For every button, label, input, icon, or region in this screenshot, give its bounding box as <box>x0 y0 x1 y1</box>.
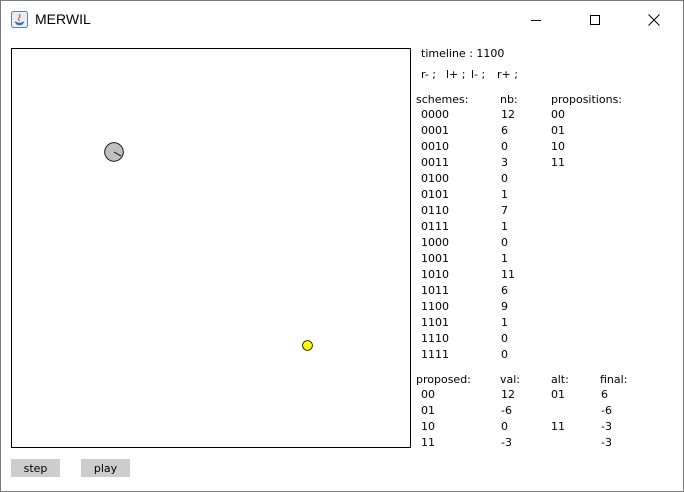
scheme-nb: 7 <box>501 204 508 217</box>
play-button[interactable]: play <box>81 459 130 477</box>
minimize-icon <box>531 19 541 21</box>
proposed-code: 10 <box>421 420 435 433</box>
window-title: MERWIL <box>35 11 91 27</box>
scheme-nb: 0 <box>501 332 508 345</box>
proposed-code: 01 <box>421 404 435 417</box>
proposed-val: 0 <box>501 420 508 433</box>
proposed-alt: 01 <box>551 388 565 401</box>
scheme-code: 1101 <box>421 316 449 329</box>
scheme-code: 1011 <box>421 284 449 297</box>
maximize-button[interactable] <box>566 1 624 39</box>
final-header: final: <box>600 373 628 386</box>
scheme-nb: 1 <box>501 220 508 233</box>
scheme-code: 0101 <box>421 188 449 201</box>
scheme-code: 0100 <box>421 172 449 185</box>
scheme-nb: 0 <box>501 172 508 185</box>
scheme-nb: 1 <box>501 252 508 265</box>
scheme-nb: 9 <box>501 300 508 313</box>
action-r-minus: r- ; <box>421 68 436 81</box>
scheme-nb: 0 <box>501 236 508 249</box>
scheme-nb: 1 <box>501 188 508 201</box>
scheme-nb: 0 <box>501 348 508 361</box>
alt-header: alt: <box>551 373 569 386</box>
scheme-code: 0111 <box>421 220 449 233</box>
title-bar[interactable]: MERWIL <box>1 1 683 39</box>
scheme-nb: 3 <box>501 156 508 169</box>
scheme-code: 0010 <box>421 140 449 153</box>
step-button[interactable]: step <box>11 459 60 477</box>
proposed-code: 11 <box>421 436 435 449</box>
scheme-nb: 1 <box>501 316 508 329</box>
scheme-nb: 6 <box>501 284 508 297</box>
scheme-code: 1010 <box>421 268 449 281</box>
proposition-item: 00 <box>551 108 565 121</box>
proposition-item: 10 <box>551 140 565 153</box>
scheme-nb: 11 <box>501 268 515 281</box>
action-l-minus: l- ; <box>471 68 486 81</box>
agent-icon <box>104 142 124 162</box>
nb-header: nb: <box>500 93 518 106</box>
proposed-val: -6 <box>501 404 512 417</box>
minimize-button[interactable] <box>507 1 565 39</box>
scheme-code: 0001 <box>421 124 449 137</box>
proposed-final: -3 <box>601 436 612 449</box>
schemes-header: schemes: <box>416 93 469 106</box>
scheme-code: 1001 <box>421 252 449 265</box>
proposed-code: 00 <box>421 388 435 401</box>
proposed-header: proposed: <box>416 373 471 386</box>
scheme-nb: 0 <box>501 140 508 153</box>
scheme-code: 0000 <box>421 108 449 121</box>
environment-canvas[interactable] <box>11 48 411 448</box>
scheme-code: 1000 <box>421 236 449 249</box>
scheme-code: 0011 <box>421 156 449 169</box>
action-l-plus: l+ ; <box>446 68 466 81</box>
proposed-val: -3 <box>501 436 512 449</box>
proposed-val: 12 <box>501 388 515 401</box>
close-icon <box>648 14 660 26</box>
maximize-icon <box>590 15 600 25</box>
timeline-label: timeline : 1100 <box>421 47 505 60</box>
proposed-final: -6 <box>601 404 612 417</box>
val-header: val: <box>500 373 521 386</box>
proposed-final: -3 <box>601 420 612 433</box>
scheme-nb: 6 <box>501 124 508 137</box>
target-icon <box>302 340 313 351</box>
scheme-code: 1110 <box>421 332 449 345</box>
scheme-nb: 12 <box>501 108 515 121</box>
proposed-alt: 11 <box>551 420 565 433</box>
scheme-code: 1100 <box>421 300 449 313</box>
proposition-item: 01 <box>551 124 565 137</box>
close-button[interactable] <box>625 1 683 39</box>
scheme-code: 1111 <box>421 348 449 361</box>
propositions-header: propositions: <box>551 93 623 106</box>
proposition-item: 11 <box>551 156 565 169</box>
proposed-final: 6 <box>601 388 608 401</box>
action-r-plus: r+ ; <box>497 68 518 81</box>
java-icon <box>11 11 28 28</box>
scheme-code: 0110 <box>421 204 449 217</box>
